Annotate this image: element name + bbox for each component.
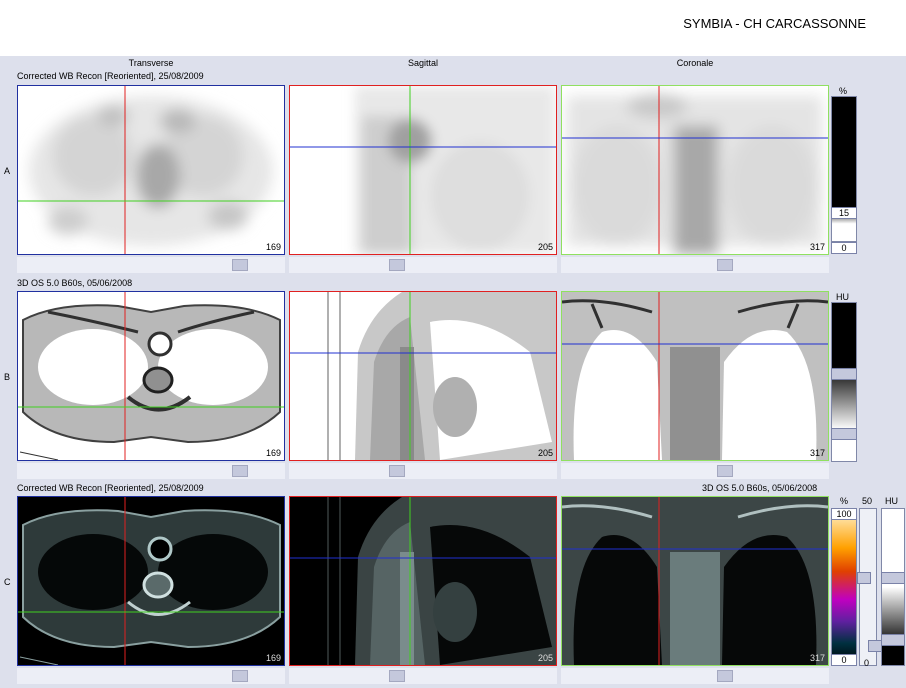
scroll-thumb[interactable] — [717, 670, 733, 682]
series-label-a: Corrected WB Recon [Reoriented], 25/08/2… — [17, 71, 204, 81]
slice-number: 317 — [809, 653, 825, 663]
scrollbar-c-coronale[interactable] — [561, 668, 829, 684]
colorbar-b-upper-handle[interactable] — [831, 368, 857, 380]
viewport-a-sagittal[interactable]: 205 — [289, 85, 557, 255]
scrollbar-b-transverse[interactable] — [17, 463, 285, 479]
colorbar-c-pet[interactable] — [831, 508, 857, 666]
colorbar-c-ct-upper-handle[interactable] — [881, 572, 905, 584]
scroll-thumb[interactable] — [717, 465, 733, 477]
column-header-transverse: Transverse — [128, 58, 174, 68]
blend-slider-min: 0 — [864, 658, 870, 668]
header-bar: SYMBIA - CH CARCASSONNE — [0, 0, 906, 56]
blend-slider-thumb-lower[interactable] — [868, 640, 882, 652]
slice-number: 169 — [265, 448, 281, 458]
viewer-window: SYMBIA - CH CARCASSONNE Transverse Sagit… — [0, 0, 906, 688]
site-title: SYMBIA - CH CARCASSONNE — [683, 16, 866, 31]
colorbar-c-unit-blend: 50 — [862, 496, 873, 506]
scrollbar-c-transverse[interactable] — [17, 668, 285, 684]
series-label-b: 3D OS 5.0 B60s, 05/06/2008 — [17, 278, 133, 288]
viewport-c-coronale[interactable]: 317 — [561, 496, 829, 666]
colorbar-c-unit-hu: HU — [885, 496, 898, 506]
row-label-c: C — [4, 577, 11, 587]
slice-number: 169 — [265, 242, 281, 252]
scrollbar-c-sagittal[interactable] — [289, 668, 557, 684]
scrollbar-b-sagittal[interactable] — [289, 463, 557, 479]
scrollbar-b-coronale[interactable] — [561, 463, 829, 479]
slice-number: 205 — [537, 653, 553, 663]
viewport-b-transverse[interactable]: 169 — [17, 291, 285, 461]
row-label-b: B — [4, 372, 11, 382]
scroll-thumb[interactable] — [389, 670, 405, 682]
colorbar-b-lower-handle[interactable] — [831, 428, 857, 440]
scrollbar-a-transverse[interactable] — [17, 257, 285, 273]
colorbar-a-unit: % — [839, 86, 848, 96]
scroll-thumb[interactable] — [232, 670, 248, 682]
scrollbar-a-coronale[interactable] — [561, 257, 829, 273]
viewport-c-transverse[interactable]: 169 — [17, 496, 285, 666]
row-label-a: A — [4, 166, 11, 176]
colorbar-a-window-value[interactable]: 15 — [831, 207, 857, 219]
slice-number: 317 — [809, 242, 825, 252]
colorbar-c-min-value[interactable]: 0 — [831, 654, 857, 666]
scroll-thumb[interactable] — [389, 465, 405, 477]
colorbar-c-max-value[interactable]: 100 — [831, 508, 857, 520]
viewport-a-transverse[interactable]: 169 — [17, 85, 285, 255]
viewport-a-coronale[interactable]: 317 — [561, 85, 829, 255]
colorbar-c-ct-lower-handle[interactable] — [881, 634, 905, 646]
viewport-b-sagittal[interactable]: 205 — [289, 291, 557, 461]
scroll-thumb[interactable] — [389, 259, 405, 271]
slice-number: 317 — [809, 448, 825, 458]
column-header-sagittal: Sagittal — [407, 58, 439, 68]
slice-number: 169 — [265, 653, 281, 663]
series-label-c: Corrected WB Recon [Reoriented], 25/08/2… — [17, 483, 204, 493]
slice-number: 205 — [537, 242, 553, 252]
scrollbar-a-sagittal[interactable] — [289, 257, 557, 273]
colorbar-a[interactable] — [831, 96, 857, 242]
series-label-c-ct: 3D OS 5.0 B60s, 05/06/2008 — [702, 483, 818, 493]
scroll-thumb[interactable] — [717, 259, 733, 271]
viewport-c-sagittal[interactable]: 205 — [289, 496, 557, 666]
column-header-coronale: Coronale — [676, 58, 714, 68]
colorbar-a-min-value[interactable]: 0 — [831, 242, 857, 254]
slice-number: 205 — [537, 448, 553, 458]
blend-slider-thumb[interactable] — [857, 572, 871, 584]
viewport-b-coronale[interactable]: 317 — [561, 291, 829, 461]
scroll-thumb[interactable] — [232, 465, 248, 477]
scroll-thumb[interactable] — [232, 259, 248, 271]
colorbar-c-unit-percent: % — [840, 496, 849, 506]
colorbar-b-unit: HU — [836, 292, 849, 302]
